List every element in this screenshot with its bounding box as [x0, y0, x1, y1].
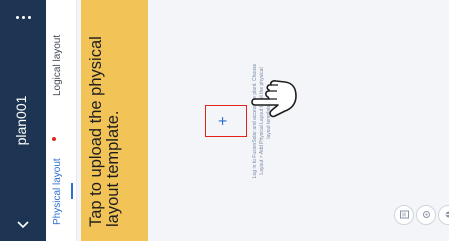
- layout-icon: [399, 211, 409, 219]
- tab-logical-layout[interactable]: Logical layout: [52, 35, 63, 96]
- locate-icon: [422, 211, 430, 219]
- layout-tabs: Physical layout Logical layout: [46, 0, 77, 241]
- app-header: plan001: [0, 0, 46, 241]
- layout-canvas: Tap to upload the physical layout templa…: [77, 0, 449, 241]
- more-button[interactable]: [10, 6, 36, 30]
- guide-tooltip: Tap to upload the physical layout templa…: [81, 0, 148, 241]
- page-title: plan001: [13, 95, 29, 146]
- phone-screen: plan001 Physical layout Logical layout T…: [0, 0, 449, 241]
- pointing-hand-icon: [251, 80, 297, 118]
- layout-button[interactable]: [394, 205, 414, 225]
- more-vertical-icon: [15, 16, 19, 20]
- locate-button[interactable]: [416, 205, 436, 225]
- tooltip-text: Tap to upload the physical layout templa…: [87, 36, 122, 227]
- active-tab-indicator: [71, 183, 73, 199]
- upload-plus-icon[interactable]: +: [213, 113, 235, 129]
- layers-icon: [445, 212, 449, 218]
- tab-physical-layout[interactable]: Physical layout: [52, 158, 63, 225]
- alert-dot: [52, 137, 56, 141]
- layers-button[interactable]: [438, 205, 449, 225]
